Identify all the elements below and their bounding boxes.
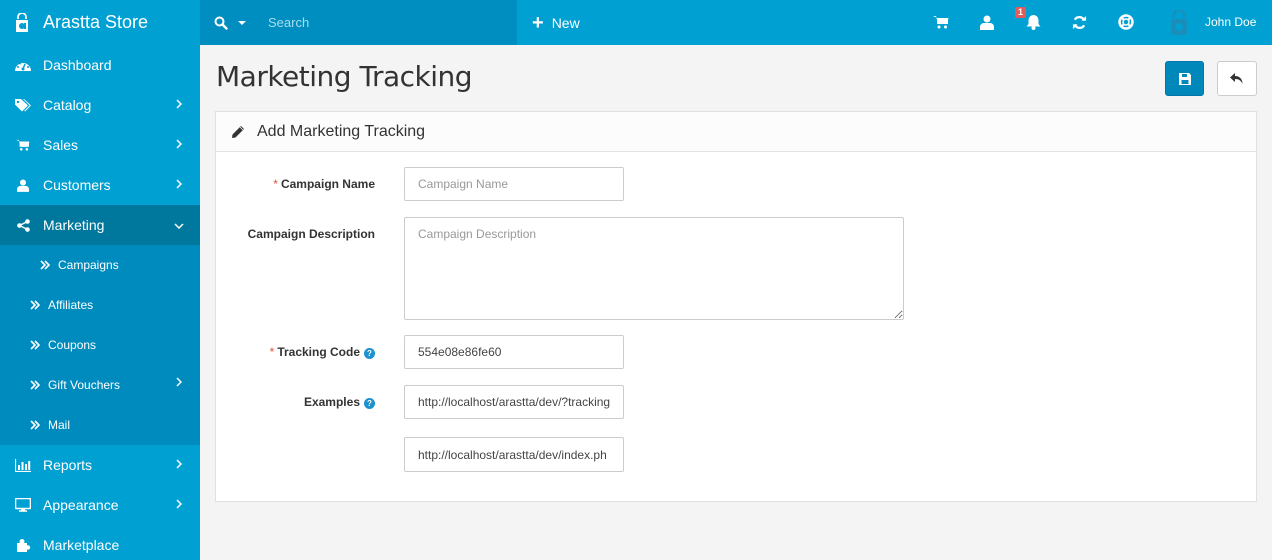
tracking-code-label: * Tracking Code? xyxy=(200,345,375,359)
chevron-down-icon xyxy=(174,223,184,229)
user-name[interactable]: John Doe xyxy=(1205,15,1256,29)
puzzle-icon xyxy=(15,537,31,553)
sidebar-item-label: Appearance xyxy=(43,497,119,513)
double-chevron-right-icon xyxy=(30,380,40,390)
chevron-right-icon xyxy=(176,99,182,109)
examples-label: Examples? xyxy=(200,395,375,409)
chevron-right-icon xyxy=(176,377,182,387)
sidebar-item-reports[interactable]: Reports xyxy=(0,445,200,485)
marketing-submenu: Campaigns Affiliates Coupons Gift Vouche… xyxy=(0,245,200,445)
required-asterisk: * xyxy=(273,177,278,191)
sidebar-subitem-mail[interactable]: Mail xyxy=(0,405,200,445)
user-icon xyxy=(15,177,31,193)
sidebar-subitem-label: Gift Vouchers xyxy=(48,378,121,392)
help-icon[interactable]: ? xyxy=(364,348,375,359)
sidebar-item-marketplace[interactable]: Marketplace xyxy=(0,525,200,560)
chevron-right-icon xyxy=(176,139,182,149)
tags-icon xyxy=(15,97,31,113)
shopping-cart-icon[interactable] xyxy=(931,12,951,32)
sidebar-item-sales[interactable]: Sales xyxy=(0,125,200,165)
help-icon[interactable]: ? xyxy=(364,398,375,409)
panel-heading: Add Marketing Tracking xyxy=(216,112,1256,152)
plus-icon: + xyxy=(532,11,544,34)
sidebar: Dashboard Catalog Sales Customers Market… xyxy=(0,45,200,560)
top-header: Arastta Store + New 1 John Doe xyxy=(0,0,1272,45)
sidebar-item-appearance[interactable]: Appearance xyxy=(0,485,200,525)
search-input[interactable] xyxy=(268,15,488,30)
brand[interactable]: Arastta Store xyxy=(0,0,200,45)
user-avatar[interactable] xyxy=(1168,10,1190,36)
sidebar-item-label: Catalog xyxy=(43,97,92,113)
campaign-description-label: Campaign Description xyxy=(247,227,375,241)
sidebar-subitem-label: Mail xyxy=(48,418,71,432)
pencil-icon xyxy=(232,125,244,138)
save-button[interactable] xyxy=(1165,61,1204,96)
double-chevron-right-icon xyxy=(30,300,40,310)
back-button[interactable] xyxy=(1217,61,1257,96)
reply-icon xyxy=(1230,72,1243,84)
chevron-right-icon xyxy=(176,179,182,189)
brand-name: Arastta Store xyxy=(43,12,149,32)
page-title: Marketing Tracking xyxy=(216,60,473,93)
sidebar-subitem-coupons[interactable]: Coupons xyxy=(0,325,200,365)
sidebar-item-customers[interactable]: Customers xyxy=(0,165,200,205)
refresh-icon[interactable] xyxy=(1069,12,1089,32)
sidebar-subitem-label: Affiliates xyxy=(48,298,94,312)
user-icon[interactable] xyxy=(977,12,997,32)
new-button[interactable]: + New xyxy=(532,0,580,45)
search-dropdown-caret-icon[interactable] xyxy=(238,20,246,25)
sidebar-subitem-label: Campaigns xyxy=(58,258,119,272)
share-icon xyxy=(15,217,31,233)
double-chevron-right-icon xyxy=(30,340,40,350)
sidebar-item-label: Sales xyxy=(43,137,79,153)
bar-chart-icon xyxy=(15,457,31,473)
sidebar-item-label: Customers xyxy=(43,177,111,193)
sidebar-item-label: Dashboard xyxy=(43,57,112,73)
arastta-logo-icon xyxy=(16,12,28,32)
chevron-right-icon xyxy=(176,459,182,469)
campaign-name-input[interactable] xyxy=(404,167,624,201)
campaign-name-label: * Campaign Name xyxy=(273,177,375,191)
sidebar-subitem-campaigns[interactable]: Campaigns xyxy=(0,245,200,285)
life-ring-icon[interactable] xyxy=(1116,12,1136,32)
example-url-input[interactable] xyxy=(404,437,624,472)
sidebar-item-label: Marketplace xyxy=(43,537,120,553)
sidebar-item-dashboard[interactable]: Dashboard xyxy=(0,45,200,85)
sidebar-subitem-gift-vouchers[interactable]: Gift Vouchers xyxy=(0,365,200,405)
search-icon[interactable] xyxy=(214,16,228,30)
new-button-label: New xyxy=(551,14,580,31)
sidebar-item-label: Marketing xyxy=(43,217,105,233)
campaign-description-textarea[interactable] xyxy=(404,217,904,320)
tracking-code-input[interactable] xyxy=(404,335,624,369)
save-icon xyxy=(1178,72,1191,85)
sidebar-item-marketing[interactable]: Marketing xyxy=(0,205,200,245)
required-asterisk: * xyxy=(269,345,275,359)
sidebar-subitem-affiliates[interactable]: Affiliates xyxy=(0,285,200,325)
double-chevron-right-icon xyxy=(30,420,40,430)
shopping-cart-icon xyxy=(15,137,31,153)
sidebar-item-catalog[interactable]: Catalog xyxy=(0,85,200,125)
chevron-right-icon xyxy=(176,499,182,509)
panel-title: Add Marketing Tracking xyxy=(257,122,426,140)
notification-badge: 1 xyxy=(1015,7,1027,18)
sidebar-subitem-label: Coupons xyxy=(48,338,97,352)
desktop-icon xyxy=(15,497,31,513)
search-box xyxy=(200,0,517,45)
sidebar-item-label: Reports xyxy=(43,457,93,473)
double-chevron-right-icon xyxy=(40,260,50,270)
dashboard-icon xyxy=(15,57,31,73)
example-url-input[interactable] xyxy=(404,385,624,419)
